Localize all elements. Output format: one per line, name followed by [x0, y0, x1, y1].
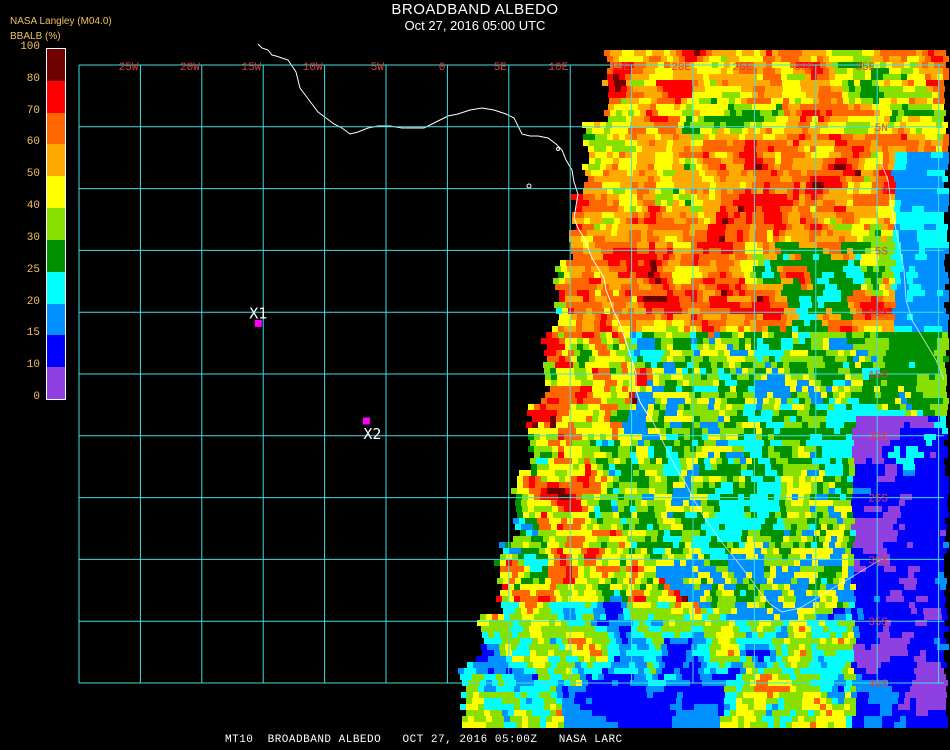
colorbar-tick-label: 40 [26, 200, 40, 213]
colorbar-tick-label: 50 [26, 168, 40, 181]
longitude-label: 25W [119, 62, 139, 74]
colorbar-tick-label: 80 [26, 72, 40, 85]
longitude-label: 30E [794, 62, 814, 74]
longitude-label: 5W [371, 62, 385, 74]
colorbar-tick-label: 60 [26, 136, 40, 149]
provider-label: NASA Langley (M04.0) [10, 16, 112, 27]
latitude-label: 15S [868, 370, 888, 382]
colorbar-tick-label: 0 [33, 391, 40, 403]
longitude-label: 5E [494, 62, 508, 74]
colorbar-segment [47, 176, 65, 209]
colorbar-tick-label: 30 [26, 231, 40, 244]
colorbar-segment [47, 335, 65, 368]
latitude-label: 20S [868, 432, 888, 444]
latitude-label: 40S [868, 679, 888, 691]
latitude-label: 30S [868, 555, 888, 567]
longitude-label: 20E [671, 62, 691, 74]
longitude-label: 25E [733, 62, 753, 74]
map-datetime: Oct 27, 2016 05:00 UTC [404, 18, 546, 33]
colorbar-segment [47, 208, 65, 240]
latitude-label: 10S [868, 308, 888, 320]
longitude-label: 10W [303, 62, 323, 74]
colorbar-tick-label: 100 [20, 41, 40, 53]
longitude-label: 20W [180, 62, 200, 74]
colorbar-segment [47, 303, 65, 336]
marker-label: X2 [363, 425, 381, 443]
colorbar-tick-label: 70 [26, 104, 40, 117]
colorbar-segment [47, 367, 65, 399]
map-title: BROADBAND ALBEDO [391, 1, 559, 18]
colorbar-tick-label: 25 [26, 263, 40, 276]
island-outline [556, 147, 560, 151]
latitude-label: 35S [868, 617, 888, 629]
latitude-label: 0 [881, 185, 888, 197]
longitude-label: 35E [855, 62, 875, 74]
colorbar-segment [47, 144, 65, 177]
marker-label: X1 [249, 304, 267, 322]
latitude-label: 25S [868, 494, 888, 506]
colorbar-segment [47, 80, 65, 113]
colorbar-segment [47, 271, 65, 304]
colorbar-tick-label: 10 [26, 359, 40, 372]
longitude-label: 0 [439, 62, 446, 74]
latitude-label: 5N [875, 123, 888, 135]
island-outline [526, 183, 532, 189]
colorbar-tick-label: 15 [26, 327, 40, 340]
colorbar [46, 48, 66, 400]
colorbar-segment [47, 49, 65, 81]
colorbar-tick-label: 20 [26, 295, 40, 308]
longitude-label: 10E [548, 62, 568, 74]
marker-point [362, 417, 370, 425]
longitude-label: 15E [610, 62, 630, 74]
colorbar-segment [47, 239, 65, 272]
latitude-label: 5S [875, 246, 889, 258]
albedo-map: 25W 20W 15W 10W 5W 0 5E 10E 15E 20E 25E 30E 35E 5N 0 5S… [78, 43, 949, 728]
longitude-label: 15W [241, 62, 261, 74]
footer-caption: MT10 BROADBAND ALBEDO OCT 27, 2016 05:00… [225, 734, 623, 746]
colorbar-segment [47, 112, 65, 145]
